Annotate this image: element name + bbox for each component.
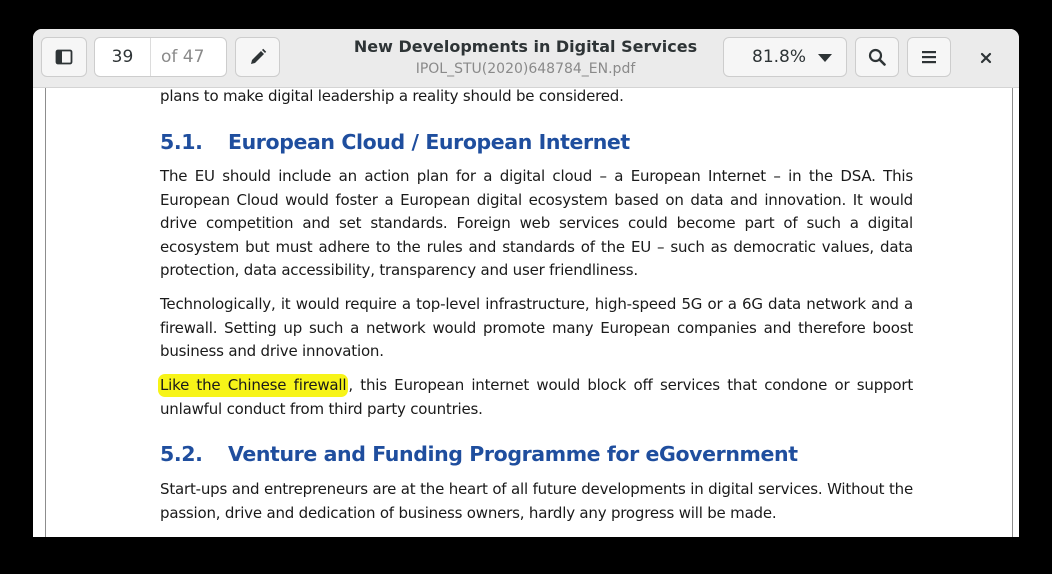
section-number: 5.2. — [160, 442, 203, 466]
section-5-1-paragraph-1: The EU should include an action plan for… — [160, 167, 913, 279]
section-number: 5.1. — [160, 130, 203, 154]
highlight-annotation[interactable]: Like the Chinese firewall — [158, 374, 349, 397]
page-right-edge — [1012, 88, 1013, 537]
sidebar-toggle-button[interactable] — [41, 37, 87, 77]
page-number-input[interactable]: 39 — [95, 38, 151, 76]
chevron-down-icon — [818, 54, 832, 62]
search-icon — [868, 48, 886, 66]
page-selector[interactable]: 39 of 47 — [94, 37, 227, 77]
section-5-1-paragraph-3: Like the Chinese firewall, this European… — [158, 374, 913, 421]
intro-line: plans to make digital leadership a reali… — [160, 87, 624, 105]
page-left-edge — [45, 88, 46, 537]
zoom-selector[interactable]: 81.8% — [723, 37, 847, 77]
document-viewer-window: 39 of 47 New Developments in Digital Ser… — [33, 29, 1019, 537]
section-heading-5-2: 5.2. Venture and Funding Programme for eG… — [160, 442, 798, 466]
pencil-icon — [250, 48, 266, 64]
zoom-value: 81.8% — [752, 47, 807, 67]
section-5-1-paragraph-2: Technologically, it would require a top-… — [160, 295, 913, 360]
page-total-label: of 47 — [161, 47, 205, 67]
section-5-2-paragraph-1: Start-ups and entrepreneurs are at the h… — [160, 480, 913, 522]
document-page-view[interactable]: plans to make digital leadership a reali… — [33, 87, 1019, 537]
window-subtitle: IPOL_STU(2020)648784_EN.pdf — [415, 61, 636, 77]
search-button[interactable] — [855, 37, 899, 77]
section-title: European Cloud / European Internet — [228, 130, 630, 154]
hamburger-menu-icon — [922, 51, 936, 64]
headerbar: 39 of 47 New Developments in Digital Ser… — [33, 29, 1019, 88]
window-title: New Developments in Digital Services — [353, 37, 698, 56]
section-heading-5-1: 5.1. European Cloud / European Internet — [160, 130, 630, 154]
main-menu-button[interactable] — [907, 37, 951, 77]
close-icon[interactable] — [975, 47, 997, 69]
sidebar-icon — [55, 49, 73, 65]
annotate-button[interactable] — [235, 37, 280, 77]
section-title: Venture and Funding Programme for eGover… — [228, 442, 798, 466]
